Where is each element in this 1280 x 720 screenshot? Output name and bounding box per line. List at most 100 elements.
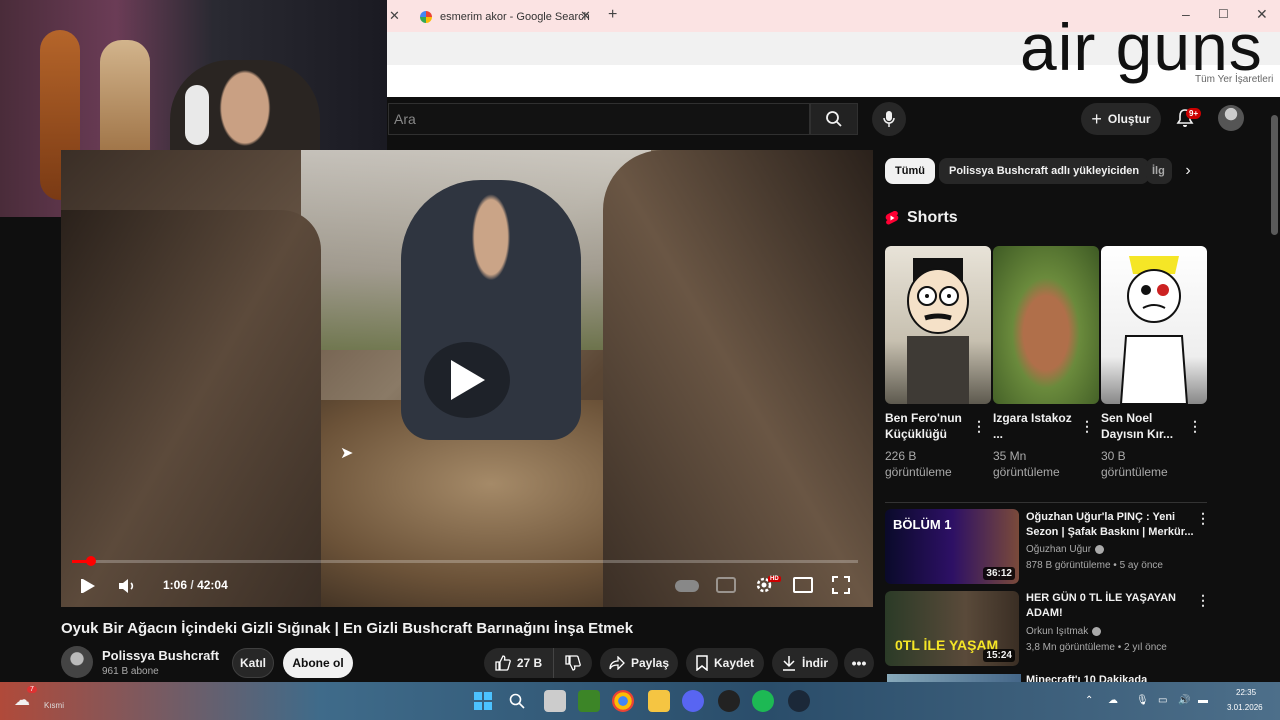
play-button[interactable] bbox=[78, 576, 98, 596]
chrome-icon[interactable] bbox=[612, 690, 634, 712]
video-title-link[interactable]: Oğuzhan Uğur'la PINÇ : Yeni Sezon | Şafa… bbox=[1026, 510, 1194, 540]
chip-related[interactable]: İlg bbox=[1146, 158, 1172, 184]
video-duration: 15:24 bbox=[983, 649, 1015, 662]
progress-scrubber[interactable] bbox=[86, 556, 96, 566]
channel-name[interactable]: Oğuzhan Uğur bbox=[1026, 544, 1105, 555]
short-thumbnail[interactable] bbox=[1101, 246, 1207, 404]
chip-all[interactable]: Tümü bbox=[885, 158, 935, 184]
battery-icon[interactable]: ▬ bbox=[1198, 695, 1208, 706]
upload-age: 2 yıl önce bbox=[1124, 642, 1167, 653]
search-input[interactable]: Ara bbox=[388, 103, 810, 135]
discord-icon[interactable] bbox=[682, 690, 704, 712]
channel-name[interactable]: Orkun Işıtmak bbox=[1026, 626, 1102, 637]
video-frame-log-left bbox=[61, 210, 321, 607]
download-icon bbox=[783, 656, 795, 671]
total-duration: 42:04 bbox=[197, 578, 228, 592]
obs-icon[interactable] bbox=[718, 690, 740, 712]
windows-start-icon[interactable] bbox=[472, 690, 494, 712]
divider bbox=[885, 502, 1207, 503]
center-play-button[interactable] bbox=[424, 342, 510, 418]
chevron-up-icon[interactable]: ⌃ bbox=[1085, 695, 1093, 706]
browser-tab[interactable]: esmerim akor - Google Search bbox=[410, 4, 600, 30]
video-thumbnail[interactable]: 0TL İLE YAŞAM 15:24 bbox=[885, 591, 1019, 666]
spotify-icon[interactable] bbox=[752, 690, 774, 712]
progress-bar[interactable] bbox=[72, 560, 858, 563]
chip-from-uploader[interactable]: Polissya Bushcraft adlı yükleyiciden bbox=[939, 158, 1150, 184]
steam-icon[interactable] bbox=[788, 690, 810, 712]
video-duration: 36:12 bbox=[983, 567, 1015, 580]
mouse-cursor-icon: ➤ bbox=[340, 445, 354, 462]
short-title[interactable]: Sen Noel Dayısın Kır... bbox=[1101, 410, 1185, 442]
chevron-right-icon[interactable]: › bbox=[1178, 158, 1198, 184]
windows-logo bbox=[474, 692, 492, 710]
time-display: 1:06 / 42:04 bbox=[163, 578, 228, 592]
more-actions-button[interactable]: ••• bbox=[844, 648, 874, 678]
video-meta: 3,8 Mn görüntüleme • 2 yıl önce bbox=[1026, 642, 1167, 653]
minecraft-icon[interactable] bbox=[578, 690, 600, 712]
speaker-icon[interactable]: 🔊 bbox=[1178, 695, 1190, 706]
weather-cloud-icon[interactable]: ☁ bbox=[14, 690, 30, 710]
voice-search-button[interactable] bbox=[872, 102, 906, 136]
scrollbar-thumb[interactable] bbox=[1271, 115, 1278, 235]
search-button[interactable] bbox=[810, 103, 858, 135]
volume-button[interactable] bbox=[117, 576, 137, 596]
join-button[interactable]: Katıl bbox=[232, 648, 274, 678]
hd-badge: HD bbox=[768, 576, 781, 582]
weather-badge: 7 bbox=[27, 686, 37, 693]
subscribe-button[interactable]: Abone ol bbox=[283, 648, 353, 678]
vertical-dots-icon[interactable]: ⋮ bbox=[972, 418, 986, 435]
microphone-icon[interactable]: 🎙 bbox=[1136, 695, 1149, 706]
save-label: Kaydet bbox=[713, 656, 754, 670]
fullscreen-button[interactable] bbox=[832, 576, 850, 594]
current-time: 1:06 bbox=[163, 578, 188, 592]
vertical-dots-icon[interactable]: ⋮ bbox=[1196, 592, 1210, 609]
share-label: Paylaş bbox=[630, 656, 670, 670]
channel-avatar[interactable] bbox=[61, 646, 93, 678]
short-title[interactable]: Ben Fero'nun Küçüklüğü bbox=[885, 410, 969, 442]
subtitles-button[interactable] bbox=[716, 577, 736, 593]
new-tab-icon[interactable]: + bbox=[608, 6, 617, 24]
close-tab-icon[interactable]: ✕ bbox=[389, 8, 400, 24]
volume-icon bbox=[119, 579, 134, 593]
account-avatar[interactable] bbox=[1218, 105, 1244, 131]
verified-icon bbox=[1092, 627, 1102, 636]
short-views: 226 B görüntüleme bbox=[885, 449, 952, 479]
download-button[interactable]: İndir bbox=[772, 648, 838, 678]
search-icon bbox=[826, 111, 842, 127]
close-tab-icon[interactable]: ✕ bbox=[580, 8, 591, 24]
network-icon[interactable]: ☁ bbox=[1108, 695, 1118, 706]
create-button[interactable]: + Oluştur bbox=[1081, 103, 1161, 135]
thumbnail-text: BÖLÜM 1 bbox=[893, 517, 952, 532]
clock-time[interactable]: 22:35 bbox=[1236, 688, 1256, 697]
file-explorer-icon[interactable] bbox=[648, 690, 670, 712]
notification-badge: 9+ bbox=[1186, 108, 1202, 119]
video-title: Oyuk Bir Ağacın İçindeki Gizli Sığınak |… bbox=[61, 620, 634, 637]
vertical-dots-icon[interactable]: ⋮ bbox=[1196, 510, 1210, 527]
dislike-button[interactable] bbox=[554, 648, 592, 678]
shorts-icon bbox=[885, 210, 899, 225]
theater-mode-button[interactable] bbox=[793, 577, 813, 593]
shorts-title: Shorts bbox=[907, 209, 958, 226]
plus-icon: + bbox=[1091, 108, 1102, 129]
short-thumbnail[interactable] bbox=[885, 246, 991, 404]
short-thumbnail[interactable] bbox=[993, 246, 1099, 404]
task-view-icon[interactable] bbox=[544, 690, 566, 712]
like-count: 27 B bbox=[516, 656, 543, 670]
clock-date[interactable]: 3.01.2026 bbox=[1227, 703, 1263, 712]
play-pause-icon bbox=[81, 579, 95, 593]
headset bbox=[185, 85, 209, 145]
video-title-link[interactable]: HER GÜN 0 TL İLE YAŞAYAN ADAM! bbox=[1026, 591, 1194, 621]
chevron-right-icon[interactable]: › bbox=[1195, 332, 1215, 352]
video-thumbnail[interactable]: BÖLÜM 1 36:12 bbox=[885, 509, 1019, 584]
view-count: 3,8 Mn görüntüleme bbox=[1026, 642, 1115, 653]
search-icon[interactable] bbox=[506, 690, 528, 712]
channel-name[interactable]: Polissya Bushcraft bbox=[102, 648, 219, 663]
autoplay-toggle[interactable] bbox=[675, 580, 699, 592]
vertical-dots-icon[interactable]: ⋮ bbox=[1188, 418, 1202, 435]
save-button[interactable]: Kaydet bbox=[686, 648, 764, 678]
like-button[interactable]: 27 B bbox=[484, 648, 554, 678]
short-title[interactable]: Izgara Istakoz ... bbox=[993, 410, 1077, 442]
vertical-dots-icon[interactable]: ⋮ bbox=[1080, 418, 1094, 435]
monitor-icon[interactable]: ▭ bbox=[1158, 695, 1167, 706]
share-button[interactable]: Paylaş bbox=[600, 648, 678, 678]
